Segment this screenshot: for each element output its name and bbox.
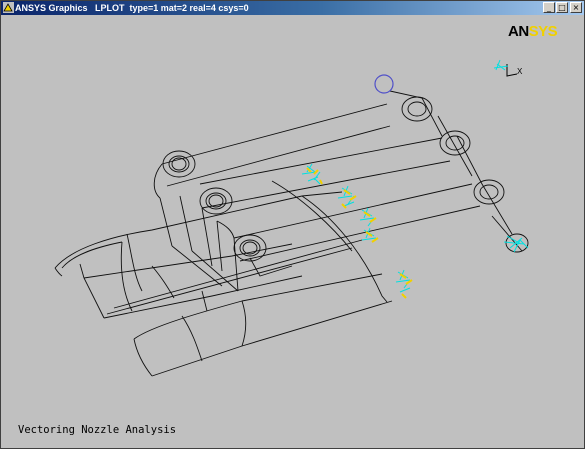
minimize-button[interactable]: _: [543, 2, 555, 13]
constraint-cluster: [395, 269, 413, 299]
graphics-viewport[interactable]: ANSYS X Vectoring Nozzle Analysis: [2, 16, 583, 447]
constraint-cluster: [359, 207, 377, 227]
ansys-graphics-window: ANSYS Graphics LPLOT type=1 mat=2 real=4…: [0, 0, 585, 449]
plot-caption: Vectoring Nozzle Analysis: [18, 424, 177, 436]
maximize-button[interactable]: □: [556, 2, 568, 13]
ansys-logo: ANSYS: [508, 23, 558, 40]
triad-x-label: X: [517, 67, 523, 76]
keypoint-marker: [374, 74, 394, 94]
load-symbols: [301, 163, 529, 299]
constraint-cluster: [301, 163, 323, 185]
linkage-arms: [153, 90, 523, 292]
constraint-cluster: [337, 185, 357, 209]
axis-triad: [493, 59, 518, 77]
ansys-app-icon: [3, 2, 14, 13]
title-bar[interactable]: ANSYS Graphics LPLOT type=1 mat=2 real=4…: [1, 1, 584, 15]
close-button[interactable]: ×: [570, 2, 582, 13]
nozzle-wireframe-model: [54, 59, 529, 377]
window-title: ANSYS Graphics LPLOT type=1 mat=2 real=4…: [15, 3, 249, 13]
